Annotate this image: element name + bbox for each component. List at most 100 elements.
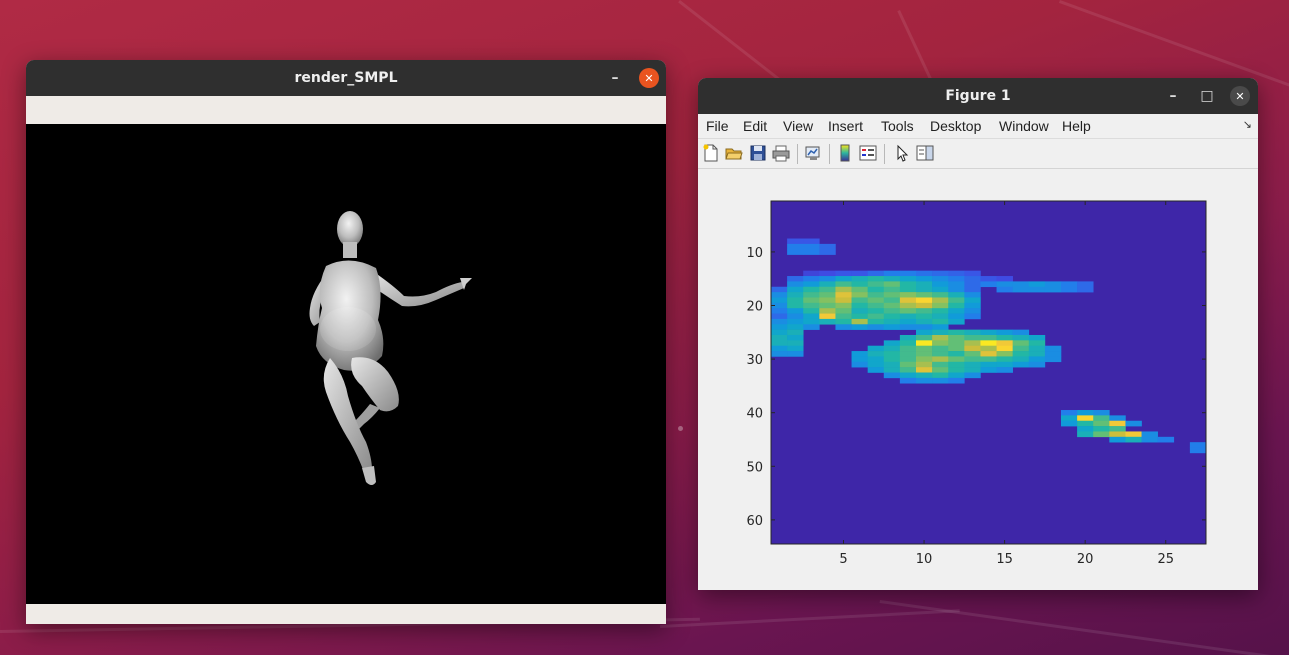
heatmap-cell <box>899 313 917 320</box>
heatmap-cell <box>916 361 933 368</box>
heatmap-cell <box>1125 420 1142 427</box>
property-editor-icon[interactable] <box>916 144 934 162</box>
minimize-button[interactable]: – <box>1162 85 1184 107</box>
heatmap-cell <box>787 297 804 304</box>
heatmap-cell <box>899 276 917 282</box>
heatmap-cell <box>787 243 804 250</box>
heatmap-cell <box>948 318 965 325</box>
heatmap-cell <box>1077 420 1094 427</box>
heatmap-cell <box>835 297 852 304</box>
open-file-icon[interactable] <box>725 144 743 162</box>
minimize-button[interactable]: – <box>604 67 626 89</box>
heatmap-cell <box>980 340 997 347</box>
heatmap-cell <box>899 297 917 304</box>
heatmap-cell <box>964 281 981 288</box>
heatmap-cell <box>1012 334 1030 341</box>
heatmap-cell <box>787 324 804 330</box>
heatmap-cell <box>916 302 933 309</box>
save-icon[interactable] <box>749 144 767 162</box>
close-button[interactable]: ✕ <box>1230 86 1250 106</box>
heatmap-cell <box>803 276 820 282</box>
heatmap-cell <box>851 270 868 277</box>
heatmap-cell <box>883 308 901 314</box>
heatmap-cell <box>980 361 997 368</box>
heatmap-cell <box>787 340 804 347</box>
heatmap-cell <box>948 361 965 368</box>
wallpaper-dot <box>678 426 683 431</box>
new-figure-icon[interactable] <box>702 144 720 162</box>
heatmap-cell <box>835 313 852 320</box>
heatmap-cell <box>980 276 997 282</box>
heatmap-cell <box>899 334 917 341</box>
heatmap-cell <box>996 345 1013 352</box>
heatmap-cell <box>996 329 1013 336</box>
colorbar-icon[interactable] <box>836 144 854 162</box>
heatmap-cell <box>1028 345 1046 352</box>
menu-insert[interactable]: Insert <box>828 118 863 134</box>
heatmap-cell <box>964 345 981 352</box>
heatmap-cell <box>1044 356 1062 363</box>
heatmap-cell <box>916 292 933 298</box>
menu-help[interactable]: Help <box>1062 118 1091 134</box>
heatmap-cell <box>1109 431 1126 438</box>
heatmap-cell <box>948 297 965 304</box>
heatmap-cell <box>1012 345 1030 352</box>
heatmap-cell <box>964 308 981 314</box>
heatmap-cell <box>932 318 949 325</box>
heatmap-cell <box>964 302 981 309</box>
maximize-icon: □ <box>1200 88 1214 104</box>
heatmap-cell <box>867 292 885 298</box>
menu-window[interactable]: Window <box>999 118 1049 134</box>
heatmap-cell <box>899 372 917 379</box>
heatmap-cell <box>916 308 933 314</box>
render-canvas[interactable] <box>26 124 666 604</box>
minimize-icon: – <box>611 70 619 86</box>
link-plot-icon[interactable] <box>804 144 822 162</box>
heatmap-cell <box>1077 415 1094 422</box>
render-window-titlebar[interactable]: render_SMPL – ✕ <box>26 60 666 96</box>
heatmap-cell <box>932 308 949 314</box>
close-button[interactable]: ✕ <box>639 68 659 88</box>
heatmap-cell <box>787 292 804 298</box>
x-tick-label: 25 <box>1157 552 1174 567</box>
maximize-button[interactable]: □ <box>1196 85 1218 107</box>
heatmap-cell <box>932 361 949 368</box>
pointer-icon[interactable] <box>893 144 911 162</box>
heatmap-cell <box>964 292 981 298</box>
heatmap-cell <box>1061 420 1078 427</box>
heatmap-cell <box>964 276 981 282</box>
heatmap-cell <box>819 249 836 255</box>
menu-view[interactable]: View <box>783 118 813 134</box>
heatmap-cell <box>964 334 981 341</box>
heatmap-cell <box>1109 420 1126 427</box>
heatmap-cell <box>916 276 933 282</box>
x-tick-label: 10 <box>916 552 933 567</box>
menu-edit[interactable]: Edit <box>743 118 767 134</box>
heatmap-cell <box>867 281 885 288</box>
heatmap-cell <box>1028 356 1046 363</box>
heatmap-cell <box>948 367 965 373</box>
figure-window-titlebar[interactable]: Figure 1 – □ ✕ <box>698 78 1258 114</box>
y-tick-label: 30 <box>746 353 763 368</box>
menu-desktop[interactable]: Desktop <box>930 118 981 134</box>
heatmap-cell <box>1077 281 1094 288</box>
heatmap-cell <box>916 351 933 357</box>
heatmap-cell <box>996 367 1013 373</box>
heatmap-chart[interactable]: 5 10 15 20 25 10 20 30 40 50 60 <box>698 169 1258 590</box>
heatmap-cell <box>932 329 949 336</box>
heatmap-cell <box>1012 351 1030 357</box>
dock-icon[interactable]: ↘ <box>1243 118 1252 131</box>
menu-tools[interactable]: Tools <box>881 118 914 134</box>
menu-file[interactable]: File <box>706 118 729 134</box>
render-window: render_SMPL – ✕ <box>26 60 666 624</box>
y-tick-label: 60 <box>746 514 763 529</box>
heatmap-cell <box>867 345 885 352</box>
heatmap-cell <box>916 297 933 304</box>
legend-icon[interactable] <box>859 144 877 162</box>
print-icon[interactable] <box>772 144 790 162</box>
heatmap-cell <box>948 276 965 282</box>
heatmap-cell <box>1012 361 1030 368</box>
heatmap-cell <box>1141 431 1158 438</box>
heatmap-cell <box>1044 281 1062 288</box>
heatmap-cell <box>1012 281 1030 288</box>
